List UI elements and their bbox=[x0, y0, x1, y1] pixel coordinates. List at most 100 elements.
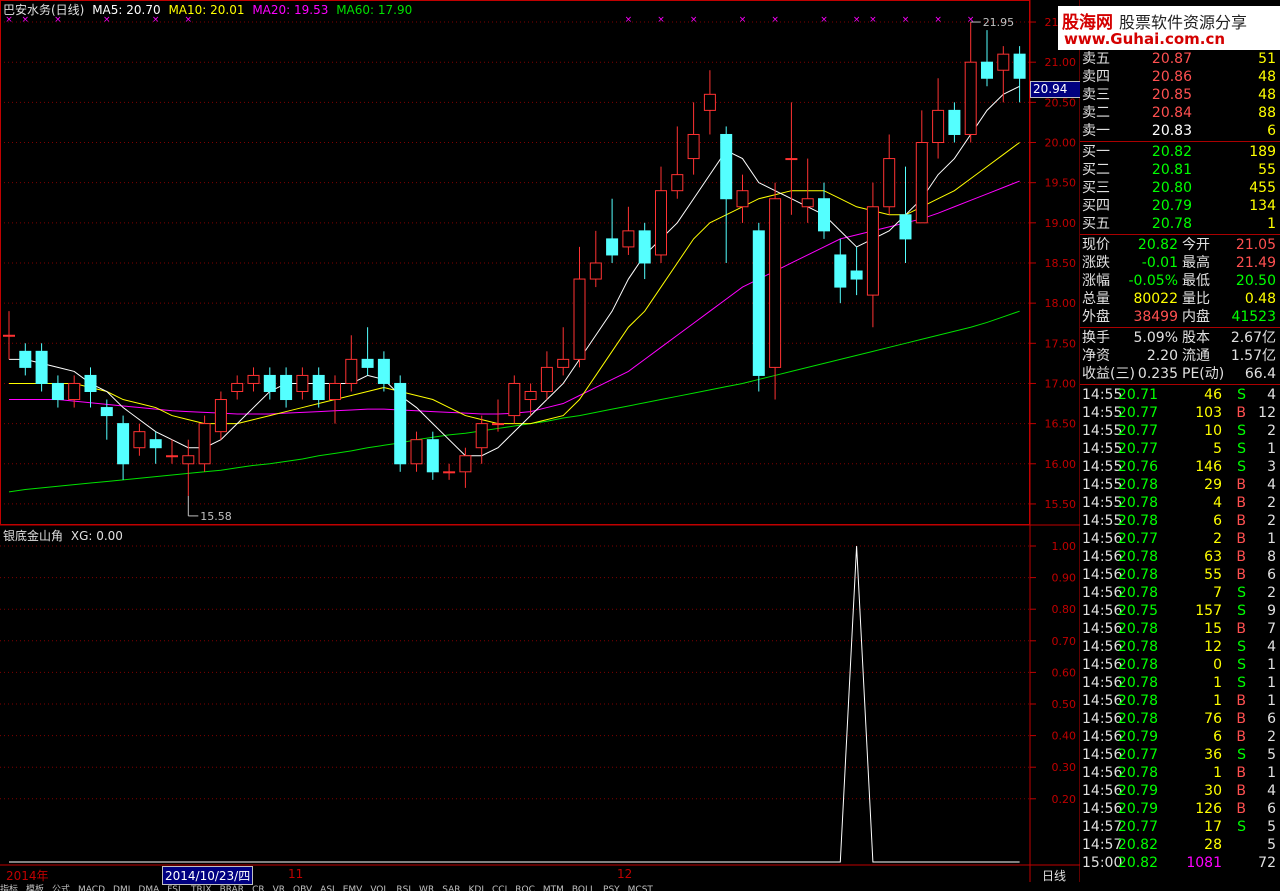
tick-volume: 10 bbox=[1204, 423, 1222, 439]
indicator-tab[interactable]: MTM bbox=[543, 885, 564, 891]
candle-body-down bbox=[752, 230, 765, 376]
tick-price: 20.77 bbox=[1117, 423, 1158, 439]
candle bbox=[752, 222, 765, 392]
indicator-tab[interactable]: WR bbox=[419, 885, 434, 891]
candle bbox=[720, 126, 733, 263]
candle-body-up bbox=[296, 374, 309, 392]
tick-price: 20.77 bbox=[1117, 747, 1158, 763]
tick-side: B bbox=[1236, 765, 1246, 781]
quote-label: 外盘 bbox=[1082, 309, 1110, 325]
fund-value: 2.67亿 bbox=[1230, 330, 1276, 346]
tick-count: 4 bbox=[1267, 387, 1276, 403]
candle-body-up bbox=[932, 109, 945, 144]
tick-side: B bbox=[1236, 495, 1246, 511]
candle-body-down bbox=[35, 350, 48, 384]
candle bbox=[606, 198, 619, 263]
bid-price: 20.81 bbox=[1151, 162, 1192, 178]
candle-body-up bbox=[345, 358, 358, 384]
tick-row: 14:56 20.78 7 S 2 bbox=[1080, 584, 1280, 602]
stock-name[interactable]: 巴安水务(日线) bbox=[3, 3, 84, 17]
ma20-legend: MA20: 19.53 bbox=[252, 3, 329, 17]
indicator-tab[interactable]: 公式 bbox=[52, 885, 70, 891]
indicator-tab[interactable]: 模板 bbox=[26, 885, 44, 891]
indicator-tab[interactable]: VOL bbox=[370, 885, 388, 891]
indicator-tab[interactable]: MACD bbox=[78, 885, 105, 891]
tick-price: 20.77 bbox=[1117, 819, 1158, 835]
quote-value: -0.01 bbox=[1141, 255, 1178, 271]
separator bbox=[1080, 384, 1280, 385]
quote-value: 21.05 bbox=[1235, 237, 1276, 253]
candle-body-up bbox=[133, 431, 146, 449]
indicator-tab[interactable]: 指标 bbox=[0, 885, 18, 891]
indicator-tab[interactable]: BRAR bbox=[220, 885, 244, 891]
indicator-tab[interactable]: MCST bbox=[628, 885, 653, 891]
ask-label: 卖五 bbox=[1082, 51, 1110, 67]
indicator-tab[interactable]: ROC bbox=[515, 885, 535, 891]
quote-label: 最高 bbox=[1182, 255, 1210, 271]
indicator-title[interactable]: 银底金山角 bbox=[3, 529, 63, 543]
indicator-tab[interactable]: EMV bbox=[343, 885, 363, 891]
y-tick-label: 15.50 bbox=[1045, 498, 1077, 511]
indicator-tab[interactable]: TRIX bbox=[191, 885, 212, 891]
indicator-tab[interactable]: KDJ bbox=[469, 885, 485, 891]
tick-price: 20.82 bbox=[1117, 855, 1158, 871]
tick-row: 14:55 20.77 103 B 12 bbox=[1080, 404, 1280, 422]
y-tick-label: 18.50 bbox=[1045, 257, 1077, 270]
indicator-tab[interactable]: DMA bbox=[138, 885, 159, 891]
ask-label: 卖三 bbox=[1082, 87, 1110, 103]
y-tick-label: 21.00 bbox=[1045, 56, 1077, 69]
candle bbox=[589, 230, 602, 288]
candle-body-up bbox=[573, 278, 586, 360]
tick-count: 1 bbox=[1267, 531, 1276, 547]
indicator-tab[interactable]: PSY bbox=[603, 885, 620, 891]
candle-body-up bbox=[247, 374, 260, 384]
tick-volume: 28 bbox=[1204, 837, 1222, 853]
indicator-tab[interactable]: OBV bbox=[293, 885, 312, 891]
tick-time: 14:57 bbox=[1082, 837, 1123, 853]
fundamental-row: 收益(三) 0.235 PE(动) 66.4 bbox=[1080, 365, 1280, 383]
y-tick-label: 17.00 bbox=[1045, 377, 1077, 390]
candle-body-down bbox=[638, 230, 651, 264]
candle bbox=[997, 46, 1010, 103]
tick-price: 20.78 bbox=[1117, 657, 1158, 673]
current-price-tag: 20.94 bbox=[1030, 81, 1082, 98]
tick-count: 3 bbox=[1267, 459, 1276, 475]
candle bbox=[3, 311, 15, 360]
ask-price: 20.83 bbox=[1151, 123, 1192, 139]
tick-count: 2 bbox=[1267, 513, 1276, 529]
indicator-tab[interactable]: CR bbox=[252, 885, 265, 891]
indicator-tab[interactable]: VR bbox=[273, 885, 285, 891]
indicator-tab[interactable]: BOLL bbox=[572, 885, 595, 891]
quote-label: 涨跌 bbox=[1082, 255, 1110, 271]
indicator-tab[interactable]: SAR bbox=[442, 885, 460, 891]
tick-time: 14:55 bbox=[1082, 441, 1123, 457]
indicator-tab[interactable]: RSI bbox=[396, 885, 411, 891]
candle bbox=[149, 431, 162, 464]
candle-body-down bbox=[426, 439, 439, 473]
ask-row: 卖四 20.86 48 bbox=[1080, 68, 1280, 86]
candle bbox=[329, 375, 341, 424]
indicator-tab[interactable]: FSL bbox=[167, 885, 183, 891]
indicator-tab[interactable]: CCI bbox=[492, 885, 507, 891]
ask-price: 20.86 bbox=[1151, 69, 1192, 85]
candle-body-down bbox=[84, 374, 97, 392]
candle-body-up bbox=[540, 366, 553, 392]
fund-value: 2.20 bbox=[1146, 348, 1178, 364]
bid-volume: 55 bbox=[1258, 162, 1276, 178]
quote-value: 41523 bbox=[1231, 309, 1276, 325]
indicator-tick-label: 0.90 bbox=[1052, 572, 1077, 585]
bid-volume: 189 bbox=[1249, 144, 1276, 160]
fund-value: 1.57亿 bbox=[1230, 348, 1276, 364]
indicator-tab[interactable]: DMI bbox=[113, 885, 130, 891]
stock-chart-window: { "header": { "stock_name": "巴安水务(日线)", … bbox=[0, 0, 1280, 891]
indicator-tab[interactable]: ASI bbox=[320, 885, 335, 891]
signal-marker: × bbox=[934, 15, 942, 25]
candle-body-down bbox=[948, 109, 961, 135]
candle-body-down bbox=[394, 382, 407, 465]
tick-time: 14:56 bbox=[1082, 801, 1123, 817]
tick-side: B bbox=[1236, 621, 1246, 637]
tick-side: B bbox=[1236, 477, 1246, 493]
tick-row: 14:56 20.75 157 S 9 bbox=[1080, 602, 1280, 620]
candle bbox=[932, 78, 945, 159]
tick-price: 20.78 bbox=[1117, 765, 1158, 781]
